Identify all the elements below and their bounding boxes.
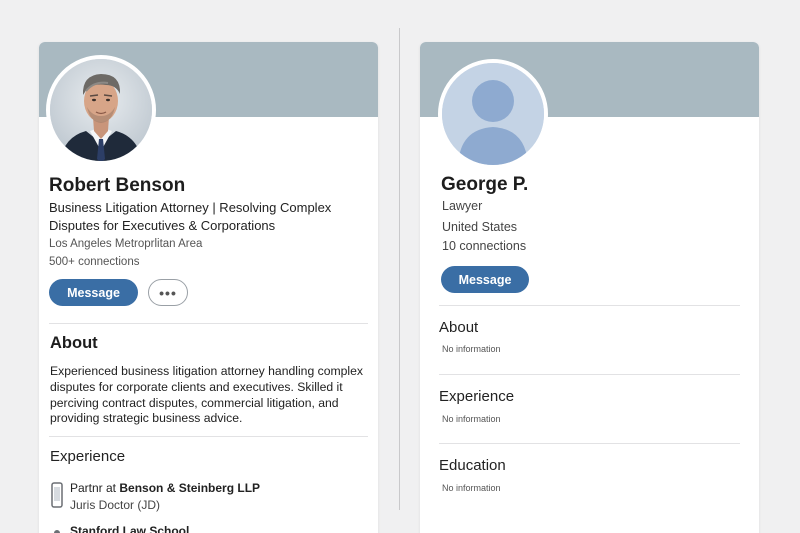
- profile-card-george: George P. Lawyer United States 10 connec…: [420, 42, 759, 533]
- education-school[interactable]: Stanford Law School: [70, 524, 189, 533]
- profile-headline-line1: Business Litigation Attorney | Resolving…: [49, 200, 332, 215]
- about-text-line3: perciving contract disputes, commercial …: [50, 396, 339, 410]
- section-divider: [439, 305, 740, 306]
- vertical-divider: [399, 28, 400, 510]
- profile-placeholder-avatar[interactable]: [438, 59, 548, 169]
- section-divider: [49, 323, 368, 324]
- profile-card-robert: Robert Benson Business Litigation Attorn…: [39, 42, 378, 533]
- profile-photo-avatar[interactable]: [46, 55, 156, 165]
- message-button[interactable]: Message: [441, 266, 529, 293]
- profile-name: George P.: [441, 174, 529, 195]
- about-title: About: [50, 334, 98, 352]
- about-empty-text: No information: [442, 344, 501, 354]
- about-text-line2: disputes for corporate clients and execu…: [50, 380, 343, 394]
- about-title: About: [439, 319, 479, 336]
- default-user-icon: [442, 63, 544, 165]
- experience-role-prefix: Partnr at: [70, 481, 120, 495]
- profile-location: Los Angeles Metroprlitan Area: [49, 238, 203, 250]
- experience-empty-text: No information: [442, 414, 501, 424]
- profile-headline: Lawyer: [442, 199, 483, 213]
- education-title: Education: [439, 457, 506, 474]
- experience-title: Experience: [50, 448, 126, 465]
- more-options-button[interactable]: •••: [148, 279, 188, 306]
- experience-title: Experience: [439, 388, 515, 405]
- about-text-line4: providing strategic business advice.: [50, 411, 243, 425]
- section-divider: [439, 374, 740, 375]
- company-building-icon: [51, 482, 63, 513]
- profile-connections[interactable]: 10 connections: [442, 239, 526, 253]
- about-text-line1: Experienced business litigation attorney…: [50, 364, 364, 378]
- profile-name: Robert Benson: [49, 175, 186, 196]
- experience-company: Benson & Steinberg LLP: [119, 481, 261, 495]
- experience-role[interactable]: Partnr at Benson & Steinberg LLP: [70, 481, 260, 495]
- experience-subtitle: Juris Doctor (JD): [70, 498, 161, 512]
- person-photo-icon: [50, 59, 152, 161]
- section-divider: [49, 436, 368, 437]
- school-icon: [53, 526, 61, 533]
- profile-headline-line2: Disputes for Executives & Corporations: [49, 218, 276, 233]
- section-divider: [439, 443, 740, 444]
- profile-connections[interactable]: 500+ connections: [49, 256, 139, 268]
- message-button[interactable]: Message: [49, 279, 138, 306]
- education-empty-text: No information: [442, 483, 501, 493]
- profile-location: United States: [442, 220, 518, 234]
